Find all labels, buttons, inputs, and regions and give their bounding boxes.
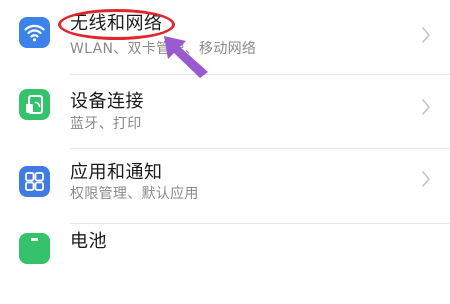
chevron-right-icon <box>422 99 430 115</box>
chevron-right-icon <box>422 171 430 187</box>
device-connection-icon <box>19 89 50 120</box>
settings-list: 无线和网络 WLAN、双卡管理、移动网络 设备连接 蓝牙、打印 应用和通知 权限… <box>0 0 450 264</box>
settings-item-battery[interactable]: 电池 <box>0 224 450 304</box>
settings-item-subtitle: 权限管理、默认应用 <box>70 186 199 202</box>
battery-icon <box>19 233 50 264</box>
pointer-arrow-icon <box>164 36 208 78</box>
apps-grid-icon <box>19 166 50 197</box>
settings-item-title: 电池 <box>70 231 107 252</box>
chevron-right-icon <box>422 27 430 43</box>
highlight-ellipse <box>58 9 175 40</box>
divider <box>70 148 450 149</box>
settings-item-wireless-networks[interactable]: 无线和网络 WLAN、双卡管理、移动网络 <box>0 0 450 77</box>
settings-item-title: 应用和通知 <box>70 162 163 183</box>
settings-item-apps-notifications[interactable]: 应用和通知 权限管理、默认应用 <box>0 151 450 231</box>
wifi-icon <box>19 17 50 48</box>
settings-item-subtitle: 蓝牙、打印 <box>70 116 142 132</box>
settings-item-title: 设备连接 <box>70 91 144 112</box>
settings-item-device-connection[interactable]: 设备连接 蓝牙、打印 <box>0 73 450 153</box>
